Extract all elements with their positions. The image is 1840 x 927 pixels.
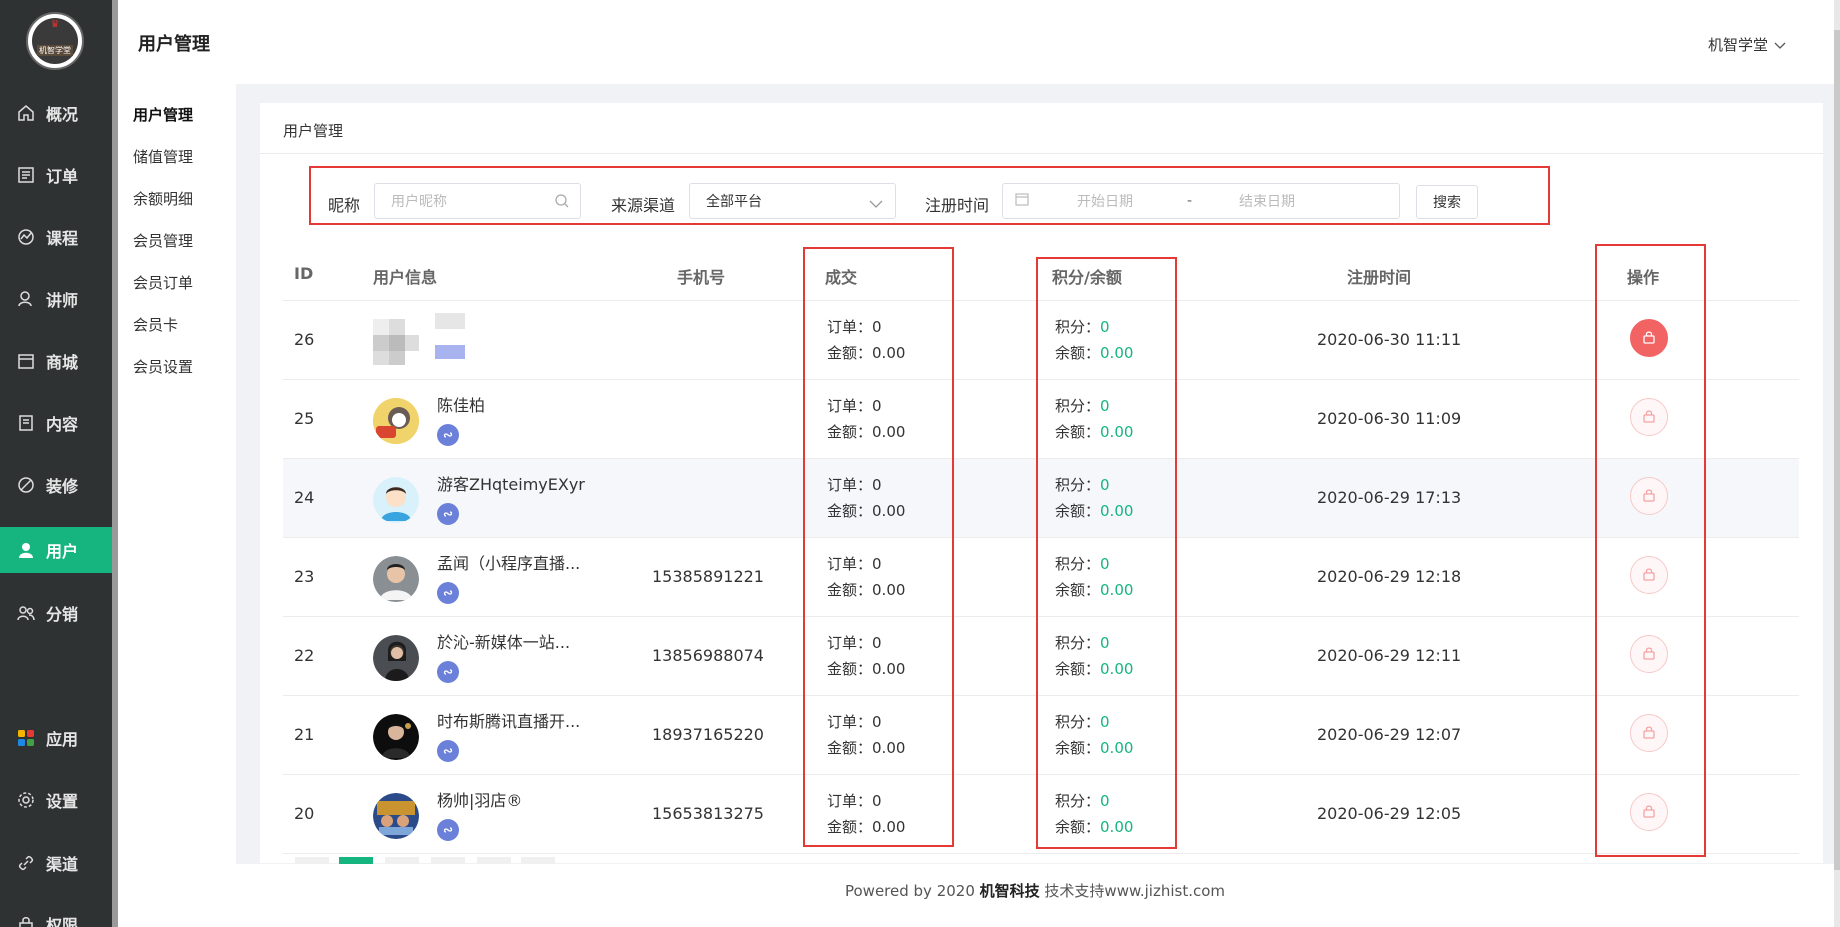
avatar: [373, 635, 419, 681]
chevron-down-icon: [1774, 36, 1786, 54]
user-name: 机智学堂: [1707, 36, 1768, 54]
avatar: [373, 319, 419, 365]
filter-bar: 昵称 用户昵称 来源渠道 全部平台 注册时间 开始日期 - 结束日期 搜索: [309, 166, 1550, 225]
permission-icon: [16, 914, 36, 927]
subnav-member-settings[interactable]: 会员设置: [133, 356, 193, 377]
content-icon: [16, 413, 36, 433]
crown-icon: ♛: [50, 19, 60, 30]
col-header-reg-time: 注册时间: [1347, 268, 1412, 287]
home-icon: [16, 103, 36, 123]
blurred-name: [435, 313, 465, 329]
highlight-box-points: [1036, 257, 1177, 849]
subnav-stored-value[interactable]: 储值管理: [133, 146, 193, 167]
nav-item-apps[interactable]: 应用: [0, 715, 112, 761]
course-icon: [16, 227, 36, 247]
subnav-member-management[interactable]: 会员管理: [133, 230, 193, 251]
blurred-badge: [435, 345, 465, 359]
logo-text: 机智学堂: [37, 45, 73, 56]
highlight-box-actions: [1595, 244, 1706, 857]
col-header-id: ID: [294, 264, 314, 283]
avatar: [373, 793, 419, 839]
nav-item-permissions[interactable]: 权限: [0, 901, 112, 927]
nav-item-content[interactable]: 内容: [0, 400, 112, 446]
highlight-box-deals: [803, 247, 954, 847]
footer: Powered by 2020 机智科技 技术支持www.jizhist.com: [236, 864, 1834, 927]
avatar: [373, 477, 419, 523]
miniprogram-icon: [437, 424, 459, 446]
nav-item-users[interactable]: 用户: [0, 527, 112, 573]
footer-text: Powered by 2020 机智科技 技术支持www.jizhist.com: [844, 882, 1226, 900]
store-icon: [16, 351, 36, 371]
avatar: [373, 714, 419, 760]
user-icon: [16, 540, 36, 560]
divider: [260, 153, 1823, 154]
subnav-user-management[interactable]: 用户管理: [133, 104, 193, 125]
order-icon: [16, 165, 36, 185]
nav-item-store[interactable]: 商城: [0, 338, 112, 384]
chevron-down-icon: [869, 197, 885, 213]
nav-item-settings[interactable]: 设置: [0, 777, 112, 823]
miniprogram-icon: [437, 582, 459, 604]
range-separator: -: [1187, 193, 1193, 209]
search-button[interactable]: 搜索: [1416, 185, 1478, 219]
decorate-icon: [16, 475, 36, 495]
subnav-member-orders[interactable]: 会员订单: [133, 272, 193, 293]
nav-item-overview[interactable]: 概况: [0, 90, 112, 136]
nickname-input[interactable]: 用户昵称: [374, 183, 581, 219]
brand-logo[interactable]: ♛ 机智学堂: [26, 12, 84, 70]
source-select[interactable]: 全部平台: [689, 183, 896, 219]
calendar-icon: [1015, 192, 1029, 210]
nav-item-channels[interactable]: 渠道: [0, 840, 112, 886]
nav-item-distribution[interactable]: 分销: [0, 590, 112, 636]
end-date-input[interactable]: 结束日期: [1239, 191, 1295, 211]
sub-sidebar: 用户管理 储值管理 余额明细 会员管理 会员订单 会员卡 会员设置: [118, 84, 236, 927]
col-header-phone: 手机号: [677, 268, 726, 287]
reg-time-label: 注册时间: [925, 196, 990, 215]
nav-item-teachers[interactable]: 讲师: [0, 276, 112, 322]
subnav-member-card[interactable]: 会员卡: [133, 314, 178, 335]
date-range-picker[interactable]: 开始日期 - 结束日期: [1002, 183, 1400, 219]
distribution-icon: [16, 603, 36, 623]
subnav-balance-detail[interactable]: 余额明细: [133, 188, 193, 209]
start-date-input[interactable]: 开始日期: [1077, 191, 1187, 211]
miniprogram-icon: [437, 819, 459, 841]
page-scrollbar[interactable]: [1834, 0, 1840, 927]
top-header: 用户管理 机智学堂: [118, 0, 1840, 84]
apps-icon: [16, 728, 36, 748]
avatar: [373, 556, 419, 602]
miniprogram-icon: [437, 503, 459, 525]
miniprogram-icon: [437, 740, 459, 762]
avatar: [373, 398, 419, 444]
page-title: 用户管理: [138, 34, 210, 55]
teacher-icon: [16, 289, 36, 309]
search-icon: [554, 193, 570, 209]
nav-item-courses[interactable]: 课程: [0, 214, 112, 260]
nickname-label: 昵称: [328, 196, 361, 215]
main-sidebar: ♛ 机智学堂 概况 订单 课程 讲师 商城 内容 装修 用户 分销 应用 设置 …: [0, 0, 112, 927]
col-header-user-info: 用户信息: [373, 268, 438, 287]
card-title: 用户管理: [283, 122, 344, 140]
settings-icon: [16, 790, 36, 810]
source-label: 来源渠道: [611, 196, 676, 215]
nav-item-decorate[interactable]: 装修: [0, 462, 112, 508]
miniprogram-icon: [437, 661, 459, 683]
user-menu[interactable]: 机智学堂: [1708, 34, 1786, 55]
nav-item-orders[interactable]: 订单: [0, 152, 112, 198]
channel-icon: [16, 853, 36, 873]
